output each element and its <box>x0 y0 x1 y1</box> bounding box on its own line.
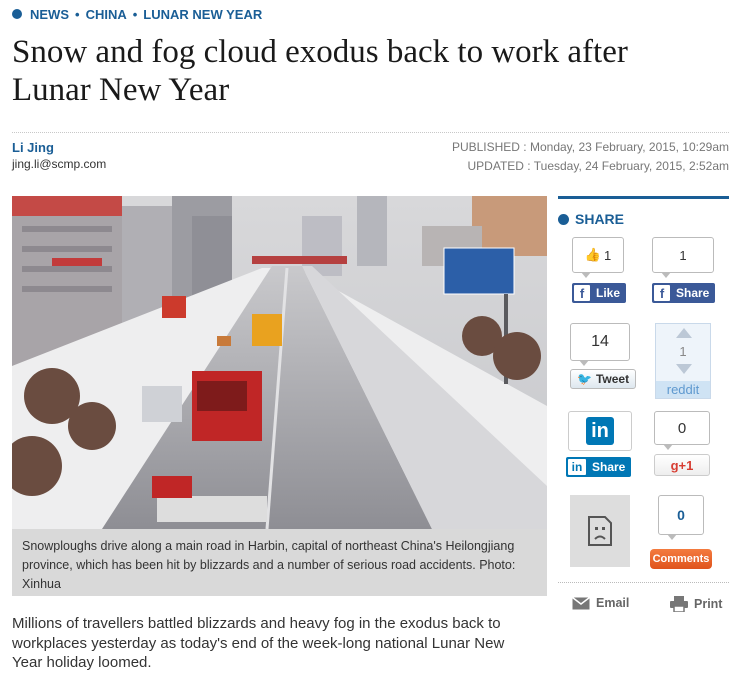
section-dot-icon <box>558 213 569 225</box>
twitter-bird-icon: 🐦 <box>577 372 592 386</box>
reddit-count: 1 <box>679 344 687 359</box>
gplus-button[interactable]: g+1 <box>654 454 710 476</box>
article-figure: Snowploughs drive along a main road in H… <box>12 196 547 596</box>
breadcrumb: NEWS • CHINA • LUNAR NEW YEAR <box>12 5 262 23</box>
reddit-button[interactable]: reddit <box>656 381 710 398</box>
fb-share-button[interactable]: f Share <box>652 283 716 303</box>
fb-like-button[interactable]: f Like <box>572 283 627 303</box>
gplus-count: 0 <box>654 411 710 450</box>
published-date: PUBLISHED : Monday, 23 February, 2015, 1… <box>451 140 729 154</box>
printer-icon <box>670 596 688 612</box>
breadcrumb-separator: • <box>132 6 138 22</box>
updated-date: UPDATED : Tuesday, 24 February, 2015, 2:… <box>467 159 729 173</box>
fb-like-count: 👍 1 <box>572 237 624 278</box>
author-block: Li Jing jing.li@scmp.com <box>12 140 106 172</box>
divider <box>558 582 729 583</box>
article-photo <box>12 196 547 529</box>
facebook-icon: f <box>654 285 670 301</box>
comments-count: 0 <box>658 495 704 540</box>
broken-widget-icon <box>570 495 630 567</box>
page-title: Snow and fog cloud exodus back to work a… <box>12 34 628 108</box>
breadcrumb-lunar-new-year[interactable]: LUNAR NEW YEAR <box>143 7 262 22</box>
breadcrumb-news[interactable]: NEWS <box>30 7 69 22</box>
thumbs-up-icon: 👍 <box>584 247 601 262</box>
fb-share-count: 1 <box>652 237 714 278</box>
envelope-icon <box>572 596 590 609</box>
divider <box>12 132 729 133</box>
photo-caption: Snowploughs drive along a main road in H… <box>12 529 547 596</box>
author-name[interactable]: Li Jing <box>12 140 106 156</box>
section-dot-icon <box>12 9 22 19</box>
linkedin-share-button[interactable]: in Share <box>566 457 632 477</box>
tweet-count: 14 <box>570 323 630 366</box>
email-link[interactable]: Email <box>572 596 629 610</box>
linkedin-icon: in <box>568 459 586 475</box>
linkedin-icon: in <box>586 417 614 445</box>
comments-button[interactable]: Comments <box>650 549 712 569</box>
share-panel: SHARE 👍 1 f Like 1 f Share 14 🐦 Tweet 1 … <box>558 196 729 626</box>
reddit-downvote-icon[interactable] <box>676 364 692 374</box>
tweet-button[interactable]: 🐦 Tweet <box>570 369 637 389</box>
article-body-paragraph: Millions of travellers battled blizzards… <box>12 615 505 671</box>
publish-dates: PUBLISHED : Monday, 23 February, 2015, 1… <box>452 138 729 176</box>
breadcrumb-china[interactable]: CHINA <box>86 7 127 22</box>
breadcrumb-separator: • <box>75 6 80 22</box>
reddit-upvote-icon[interactable] <box>676 328 692 338</box>
linkedin-widget: in <box>568 411 632 451</box>
share-heading: SHARE <box>558 211 624 227</box>
author-email[interactable]: jing.li@scmp.com <box>12 156 106 172</box>
reddit-widget[interactable]: 1 reddit <box>655 323 711 399</box>
print-link[interactable]: Print <box>670 596 722 612</box>
facebook-icon: f <box>574 285 590 301</box>
